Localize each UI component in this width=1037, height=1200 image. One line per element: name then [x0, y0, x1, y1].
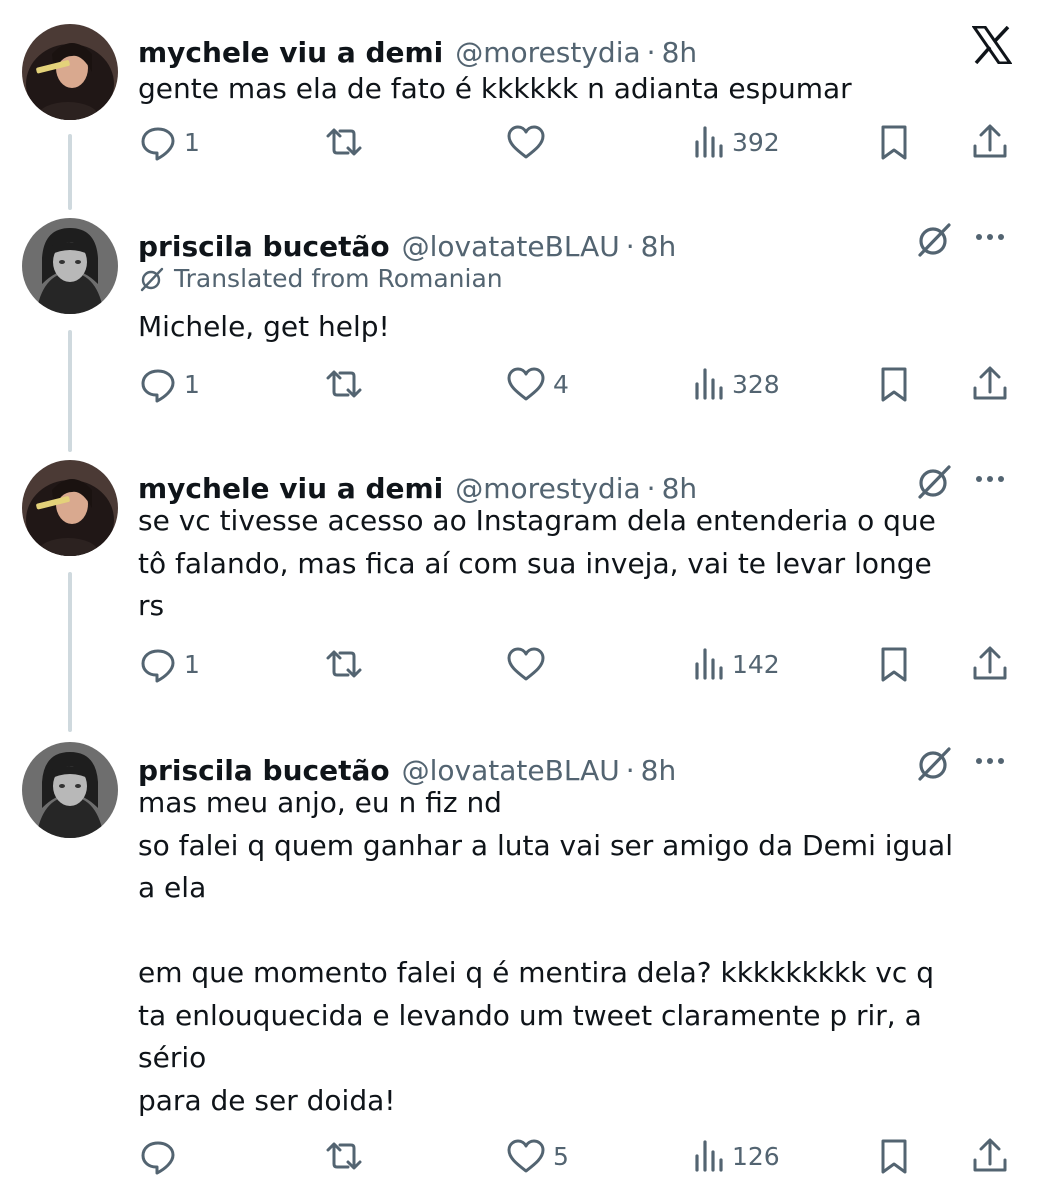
bookmark-icon — [881, 647, 907, 682]
reply-icon — [141, 127, 175, 161]
avatar[interactable] — [22, 742, 118, 838]
views-icon — [695, 648, 723, 680]
like-count: 4 — [553, 369, 569, 399]
views-icon — [695, 368, 723, 400]
tweet-header: mychele viu a demi @morestydia · 8h — [138, 32, 697, 72]
share-icon — [973, 366, 1007, 400]
separator-dot: · — [625, 229, 635, 263]
share-button[interactable] — [970, 642, 1010, 686]
retweet-button[interactable] — [322, 1134, 372, 1178]
avatar[interactable] — [22, 460, 118, 556]
tweet-text: mas meu anjo, eu n fiz nd so falei q que… — [138, 786, 953, 1117]
translation-label-text: Translated from Romanian — [174, 264, 503, 293]
heart-icon — [507, 125, 545, 159]
x-logo-icon — [971, 25, 1013, 68]
translation-label[interactable]: Translated from Romanian — [138, 264, 503, 293]
user-handle[interactable]: @lovatateBLAU — [402, 230, 620, 263]
tweet-actions: 1 4 328 — [0, 362, 1037, 406]
timestamp[interactable]: 8h — [641, 230, 677, 263]
retweet-icon — [326, 370, 362, 398]
views-button[interactable]: 328 — [692, 362, 780, 406]
bookmark-icon — [881, 125, 907, 160]
tweet-text: se vc tivesse acesso ao Instagram dela e… — [138, 504, 936, 622]
bookmark-icon — [881, 367, 907, 402]
reply-button[interactable] — [138, 1134, 184, 1178]
heart-icon — [507, 647, 545, 681]
bookmark-icon — [881, 1139, 907, 1174]
views-icon — [695, 126, 723, 158]
tweet-text: Michele, get help! — [138, 310, 390, 343]
translate-icon — [140, 267, 164, 291]
more-options-button[interactable] — [976, 758, 1004, 764]
like-button[interactable]: 5 — [505, 1134, 569, 1178]
retweet-button[interactable] — [322, 362, 372, 406]
grok-icon[interactable] — [914, 220, 954, 264]
tweet[interactable]: mychele viu a demi @morestydia · 8h gent… — [0, 24, 1037, 174]
views-button[interactable]: 142 — [692, 642, 780, 686]
share-button[interactable] — [970, 120, 1010, 164]
tweet-header: priscila bucetão @lovatateBLAU · 8h — [138, 226, 676, 266]
bookmark-button[interactable] — [876, 120, 912, 164]
share-icon — [973, 1138, 1007, 1172]
reply-icon — [141, 1141, 175, 1175]
bookmark-button[interactable] — [876, 1134, 912, 1178]
like-button[interactable] — [505, 120, 553, 164]
bookmark-button[interactable] — [876, 642, 912, 686]
views-count: 142 — [732, 649, 780, 679]
tweet-actions: 1 142 — [0, 642, 1037, 686]
tweet-actions: 1 392 — [0, 120, 1037, 164]
reply-button[interactable]: 1 — [138, 120, 200, 164]
avatar[interactable] — [22, 24, 118, 120]
display-name[interactable]: mychele viu a demi — [138, 36, 443, 69]
share-icon — [973, 646, 1007, 680]
tweet-actions: 5 126 — [0, 1134, 1037, 1178]
timestamp[interactable]: 8h — [662, 36, 698, 69]
reply-icon — [141, 649, 175, 683]
heart-icon — [507, 367, 545, 401]
tweet-text: gente mas ela de fato é kkkkkk n adianta… — [138, 72, 852, 105]
views-button[interactable]: 126 — [692, 1134, 780, 1178]
share-button[interactable] — [970, 362, 1010, 406]
reply-icon — [141, 369, 175, 403]
reply-button[interactable]: 1 — [138, 642, 200, 686]
retweet-icon — [326, 650, 362, 678]
bookmark-button[interactable] — [876, 362, 912, 406]
retweet-icon — [326, 1142, 362, 1170]
reply-count: 1 — [184, 649, 200, 679]
user-handle[interactable]: @morestydia — [455, 36, 640, 69]
more-options-button[interactable] — [976, 234, 1004, 240]
views-count: 126 — [732, 1141, 780, 1171]
heart-icon — [507, 1139, 545, 1173]
display-name[interactable]: priscila bucetão — [138, 230, 390, 263]
views-count: 392 — [732, 127, 780, 157]
avatar[interactable] — [22, 218, 118, 314]
more-options-button[interactable] — [976, 476, 1004, 482]
share-button[interactable] — [970, 1134, 1010, 1178]
separator-dot: · — [646, 35, 656, 69]
like-count: 5 — [553, 1141, 569, 1171]
retweet-icon — [326, 128, 362, 156]
views-button[interactable]: 392 — [692, 120, 780, 164]
retweet-button[interactable] — [322, 120, 372, 164]
views-icon — [695, 1140, 723, 1172]
reply-button[interactable]: 1 — [138, 362, 200, 406]
views-count: 328 — [732, 369, 780, 399]
tweet[interactable]: priscila bucetão @lovatateBLAU · 8h mas … — [0, 742, 1037, 1182]
reply-count: 1 — [184, 369, 200, 399]
tweet[interactable]: mychele viu a demi @morestydia · 8h se v… — [0, 460, 1037, 690]
like-button[interactable]: 4 — [505, 362, 569, 406]
reply-count: 1 — [184, 127, 200, 157]
tweet[interactable]: priscila bucetão @lovatateBLAU · 8h Tran… — [0, 218, 1037, 418]
retweet-button[interactable] — [322, 642, 372, 686]
like-button[interactable] — [505, 642, 553, 686]
share-icon — [973, 124, 1007, 158]
